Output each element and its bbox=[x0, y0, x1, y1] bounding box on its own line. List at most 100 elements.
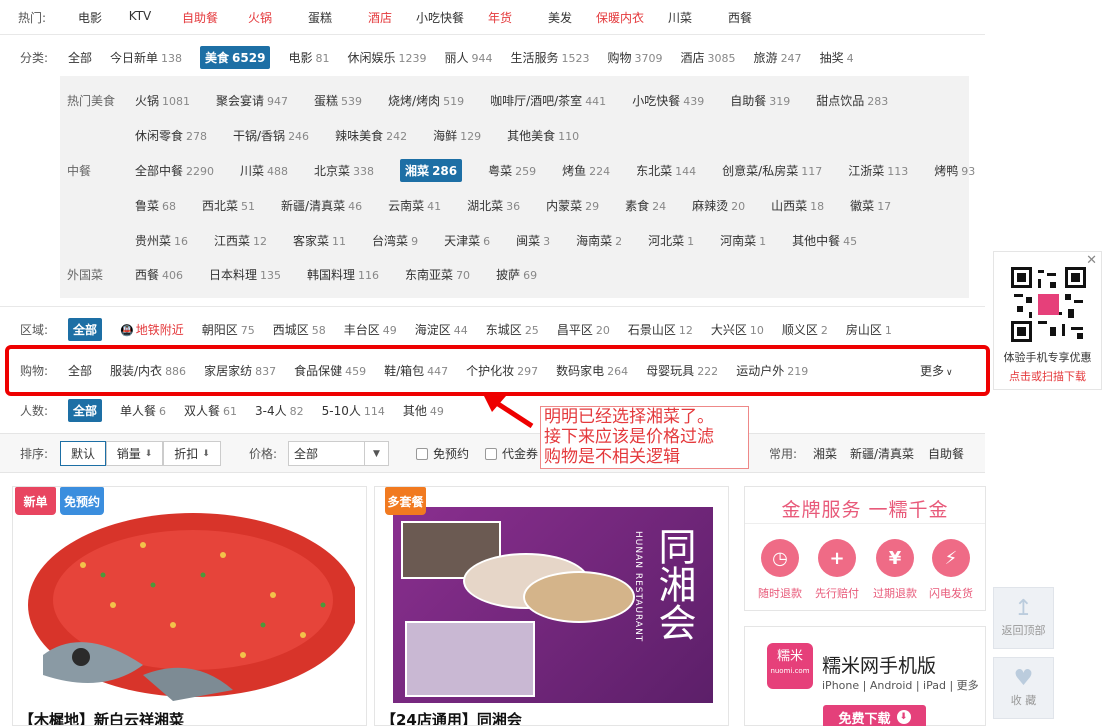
category-item[interactable]: 抽奖 4 bbox=[820, 49, 854, 66]
common-link[interactable]: 新疆/清真菜 bbox=[850, 445, 914, 462]
subcategory-item[interactable]: 新疆/清真菜 46 bbox=[281, 197, 362, 214]
service-refund-anytime[interactable]: ◷ 随时退款 bbox=[751, 539, 809, 601]
subcategory-item[interactable]: 湘菜 286 bbox=[400, 158, 463, 182]
subcategory-item[interactable]: 麻辣烫 20 bbox=[692, 197, 745, 214]
category-item[interactable]: 休闲娱乐 1239 bbox=[347, 49, 426, 66]
subcategory-item[interactable]: 河南菜 1 bbox=[720, 232, 766, 249]
hot-link[interactable]: 电影 bbox=[70, 9, 110, 26]
subcategory-item[interactable]: 西餐 406 bbox=[135, 266, 183, 283]
price-select[interactable]: 全部 ▼ bbox=[288, 441, 389, 466]
deal-title[interactable]: 【木樨地】新白云祥湘菜 bbox=[19, 709, 184, 725]
area-item[interactable]: 朝阳区 75 bbox=[202, 321, 255, 338]
subcategory-item[interactable]: 西北菜 51 bbox=[202, 197, 255, 214]
subcategory-item[interactable]: 辣味美食 242 bbox=[335, 127, 407, 144]
hot-link[interactable]: 美发 bbox=[530, 9, 590, 26]
favorite-button[interactable]: ♥ 收 藏 bbox=[993, 657, 1054, 719]
category-item[interactable]: 今日新单 138 bbox=[110, 49, 182, 66]
subcategory-item[interactable]: 东北菜 144 bbox=[636, 162, 696, 179]
subcategory-item[interactable]: 烤鱼 224 bbox=[562, 162, 610, 179]
area-item[interactable]: 西城区 58 bbox=[273, 321, 326, 338]
category-item[interactable]: 全部 bbox=[68, 49, 92, 66]
subcategory-item[interactable]: 蛋糕 539 bbox=[314, 92, 362, 109]
category-item[interactable]: 电影 81 bbox=[288, 49, 329, 66]
area-item[interactable]: 昌平区 20 bbox=[557, 321, 610, 338]
subcategory-item[interactable]: 休闲零食 278 bbox=[135, 127, 207, 144]
subcategory-item[interactable]: 台湾菜 9 bbox=[372, 232, 418, 249]
category-item[interactable]: 丽人 944 bbox=[444, 49, 492, 66]
app-platforms[interactable]: iPhone | Android | iPad | 更多 bbox=[822, 677, 979, 693]
close-icon[interactable]: ✕ bbox=[1086, 253, 1097, 268]
subcategory-item[interactable]: 徽菜 17 bbox=[850, 197, 891, 214]
subcategory-item[interactable]: 河北菜 1 bbox=[648, 232, 694, 249]
qr-action-link[interactable]: 点击或扫描下载 bbox=[994, 368, 1101, 384]
hot-link[interactable]: 自助餐 bbox=[170, 9, 230, 26]
area-item[interactable]: 全部 bbox=[68, 317, 103, 341]
category-item[interactable]: 酒店 3085 bbox=[681, 49, 736, 66]
subcategory-item[interactable]: 川菜 488 bbox=[240, 162, 288, 179]
sort-sales-button[interactable]: 销量 ⬇ bbox=[106, 441, 163, 466]
common-link[interactable]: 湘菜 bbox=[813, 445, 837, 462]
hot-link[interactable]: 酒店 bbox=[350, 9, 410, 26]
subcategory-item[interactable]: 内蒙菜 29 bbox=[546, 197, 599, 214]
subcategory-item[interactable]: 烤鸭 93 bbox=[934, 162, 975, 179]
subcategory-item[interactable]: 韩国料理 116 bbox=[307, 266, 379, 283]
subcategory-item[interactable]: 聚会宴请 947 bbox=[216, 92, 288, 109]
hot-link[interactable]: 蛋糕 bbox=[290, 9, 350, 26]
category-item[interactable]: 生活服务 1523 bbox=[511, 49, 590, 66]
people-item[interactable]: 全部 bbox=[68, 398, 103, 422]
area-item[interactable]: 房山区 1 bbox=[846, 321, 892, 338]
subcategory-item[interactable]: 云南菜 41 bbox=[388, 197, 441, 214]
no-reservation-checkbox[interactable]: 免预约 bbox=[416, 445, 469, 462]
area-item[interactable]: 东城区 25 bbox=[486, 321, 539, 338]
subcategory-item[interactable]: 咖啡厅/酒吧/茶室 441 bbox=[490, 92, 606, 109]
hot-link[interactable]: 保暖内衣 bbox=[590, 9, 650, 26]
subcategory-item[interactable]: 粤菜 259 bbox=[488, 162, 536, 179]
service-compensation[interactable]: + 先行赔付 bbox=[808, 539, 866, 601]
subcategory-item[interactable]: 其他美食 110 bbox=[507, 127, 579, 144]
subcategory-item[interactable]: 海鲜 129 bbox=[433, 127, 481, 144]
subcategory-item[interactable]: 干锅/香锅 246 bbox=[233, 127, 309, 144]
subcategory-item[interactable]: 客家菜 11 bbox=[293, 232, 346, 249]
checkbox-box[interactable] bbox=[485, 447, 497, 460]
subcategory-item[interactable]: 鲁菜 68 bbox=[135, 197, 176, 214]
subcategory-item[interactable]: 江西菜 12 bbox=[214, 232, 267, 249]
hot-link[interactable]: 小吃快餐 bbox=[410, 9, 470, 26]
subcategory-item[interactable]: 小吃快餐 439 bbox=[632, 92, 704, 109]
subcategory-item[interactable]: 贵州菜 16 bbox=[135, 232, 188, 249]
subcategory-item[interactable]: 日本料理 135 bbox=[209, 266, 281, 283]
service-expired-refund[interactable]: ¥ 过期退款 bbox=[866, 539, 924, 601]
hot-link[interactable]: 川菜 bbox=[650, 9, 710, 26]
deal-title[interactable]: 【24店通用】同湘会 bbox=[381, 709, 522, 725]
people-item[interactable]: 3-4人 82 bbox=[255, 402, 304, 419]
subcategory-item[interactable]: 素食 24 bbox=[625, 197, 666, 214]
area-item[interactable]: 顺义区 2 bbox=[782, 321, 828, 338]
sort-default-button[interactable]: 默认 bbox=[60, 441, 106, 466]
subcategory-item[interactable]: 天津菜 6 bbox=[444, 232, 490, 249]
subcategory-item[interactable]: 北京菜 338 bbox=[314, 162, 374, 179]
subcategory-item[interactable]: 山西菜 18 bbox=[771, 197, 824, 214]
area-item[interactable]: 石景山区 12 bbox=[628, 321, 693, 338]
hot-link[interactable]: 火锅 bbox=[230, 9, 290, 26]
back-to-top-button[interactable]: ↥ 返回顶部 bbox=[993, 587, 1054, 649]
deal-card[interactable]: 同湘会 HUNAN RESTAURANT 多套餐 【24店通用】同湘会 bbox=[374, 486, 729, 726]
subcategory-item[interactable]: 闽菜 3 bbox=[516, 232, 550, 249]
people-item[interactable]: 单人餐 6 bbox=[120, 402, 166, 419]
subcategory-item[interactable]: 创意菜/私房菜 117 bbox=[722, 162, 822, 179]
service-fast-shipping[interactable]: ⚡ 闪电发货 bbox=[922, 539, 980, 601]
subcategory-item[interactable]: 全部中餐 2290 bbox=[135, 162, 214, 179]
people-item[interactable]: 其他 49 bbox=[403, 402, 444, 419]
subcategory-item[interactable]: 东南亚菜 70 bbox=[405, 266, 470, 283]
hot-link[interactable]: 年货 bbox=[470, 9, 530, 26]
subcategory-item[interactable]: 烧烤/烤肉 519 bbox=[388, 92, 464, 109]
hot-link[interactable]: 西餐 bbox=[710, 9, 770, 26]
subcategory-item[interactable]: 湖北菜 36 bbox=[467, 197, 520, 214]
category-item[interactable]: 旅游 247 bbox=[754, 49, 802, 66]
people-item[interactable]: 双人餐 61 bbox=[184, 402, 237, 419]
subcategory-item[interactable]: 火锅 1081 bbox=[135, 92, 190, 109]
deal-card[interactable]: 新单 免预约 【木樨地】新白云祥湘菜 bbox=[12, 486, 367, 726]
checkbox-box[interactable] bbox=[416, 447, 428, 460]
voucher-checkbox[interactable]: 代金券 bbox=[485, 445, 538, 462]
download-button[interactable]: 免费下载 ⬇ bbox=[823, 705, 926, 726]
subcategory-item[interactable]: 其他中餐 45 bbox=[792, 232, 857, 249]
subcategory-item[interactable]: 甜点饮品 283 bbox=[816, 92, 888, 109]
